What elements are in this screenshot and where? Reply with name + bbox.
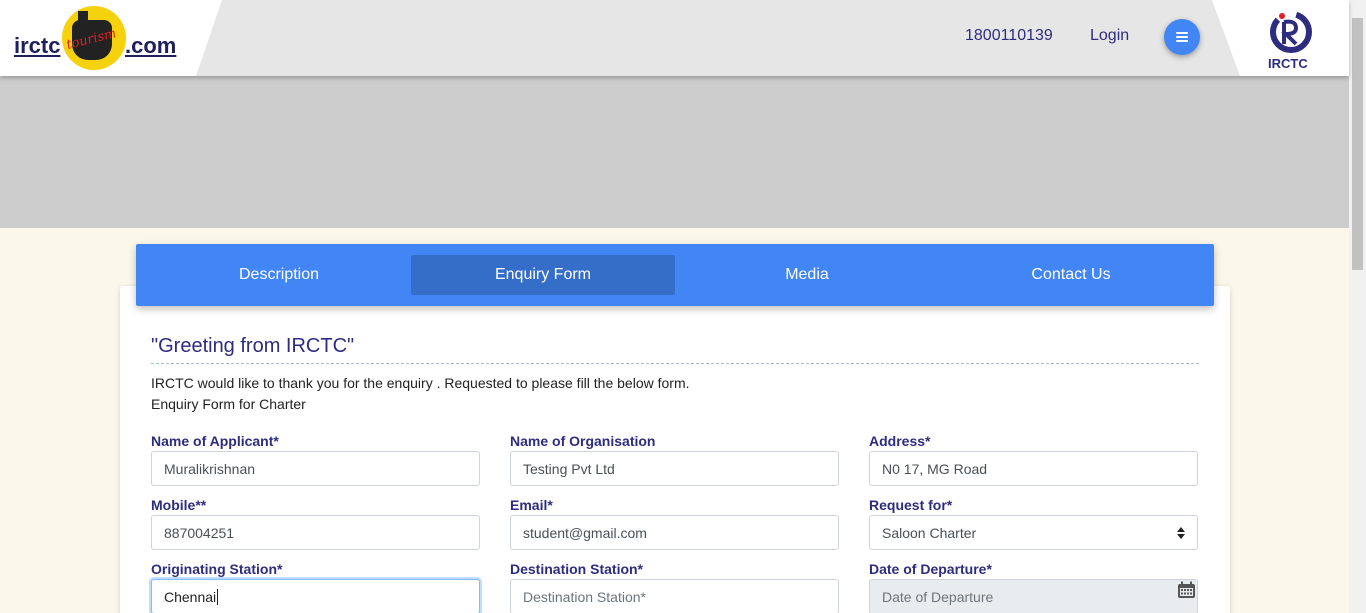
address-value: N0 17, MG Road bbox=[882, 460, 988, 477]
site-header: irctc tourism .com 1800110139 Login IRCT… bbox=[0, 0, 1349, 76]
origin-station-label: Originating Station* bbox=[151, 561, 283, 577]
destination-station-input[interactable]: Destination Station* bbox=[510, 579, 839, 613]
form-subtitle: Enquiry Form for Charter bbox=[151, 396, 306, 412]
mobile-value: 887004251 bbox=[164, 524, 235, 541]
greeting-heading: "Greeting from IRCTC" bbox=[151, 335, 355, 357]
mobile-input[interactable]: 887004251 bbox=[151, 515, 480, 550]
helpline-number[interactable]: 1800110139 bbox=[965, 27, 1053, 45]
tourism-badge-icon: tourism bbox=[62, 6, 126, 70]
request-for-value: Saloon Charter bbox=[882, 524, 977, 541]
hamburger-menu-button[interactable] bbox=[1164, 19, 1200, 55]
mobile-label: Mobile** bbox=[151, 497, 207, 513]
logo-text-irctc: irctc bbox=[14, 33, 61, 58]
tab-enquiry-form[interactable]: Enquiry Form bbox=[411, 255, 675, 295]
departure-date-input[interactable]: Date of Departure bbox=[869, 579, 1198, 613]
tab-media[interactable]: Media bbox=[675, 255, 939, 295]
tab-bar: Description Enquiry Form Media Contact U… bbox=[136, 244, 1214, 306]
departure-date-label: Date of Departure* bbox=[869, 561, 992, 577]
banner-image bbox=[0, 76, 1349, 228]
menu-icon bbox=[1176, 32, 1188, 42]
irctc-tourism-logo[interactable]: irctc tourism .com bbox=[0, 0, 222, 76]
request-for-label: Request for* bbox=[869, 497, 953, 513]
request-for-select[interactable]: Saloon Charter bbox=[869, 515, 1198, 550]
tab-description[interactable]: Description bbox=[147, 255, 411, 295]
applicant-name-value: Muralikrishnan bbox=[164, 460, 256, 477]
applicant-label: Name of Applicant* bbox=[151, 433, 279, 449]
irctc-emblem-icon bbox=[1270, 11, 1312, 53]
organisation-value: Testing Pvt Ltd bbox=[523, 460, 615, 477]
logo-text-com: .com bbox=[125, 33, 177, 58]
address-input[interactable]: N0 17, MG Road bbox=[869, 451, 1198, 486]
departure-date-placeholder: Date of Departure bbox=[882, 588, 994, 605]
email-input[interactable]: student@gmail.com bbox=[510, 515, 839, 550]
page-scrollbar[interactable] bbox=[1349, 0, 1366, 613]
login-link[interactable]: Login bbox=[1090, 27, 1129, 45]
heading-divider bbox=[151, 363, 1199, 364]
destination-station-label: Destination Station* bbox=[510, 561, 644, 577]
calendar-icon[interactable] bbox=[1177, 581, 1196, 599]
irctc-logo-label: IRCTC bbox=[1268, 56, 1308, 71]
origin-station-input[interactable]: Chennai bbox=[151, 579, 480, 613]
irctc-logo[interactable]: IRCTC bbox=[1212, 0, 1349, 76]
text-caret bbox=[217, 588, 219, 605]
intro-text: IRCTC would like to thank you for the en… bbox=[151, 375, 690, 391]
organisation-input[interactable]: Testing Pvt Ltd bbox=[510, 451, 839, 486]
tab-contact-us[interactable]: Contact Us bbox=[939, 255, 1203, 295]
address-label: Address* bbox=[869, 433, 931, 449]
applicant-name-input[interactable]: Muralikrishnan bbox=[151, 451, 480, 486]
select-arrows-icon bbox=[1177, 527, 1185, 539]
scrollbar-thumb[interactable] bbox=[1352, 18, 1363, 270]
organisation-label: Name of Organisation bbox=[510, 433, 656, 449]
email-label: Email* bbox=[510, 497, 553, 513]
origin-station-value: Chennai bbox=[164, 588, 217, 605]
destination-station-placeholder: Destination Station* bbox=[523, 588, 646, 605]
email-value: student@gmail.com bbox=[523, 524, 647, 541]
